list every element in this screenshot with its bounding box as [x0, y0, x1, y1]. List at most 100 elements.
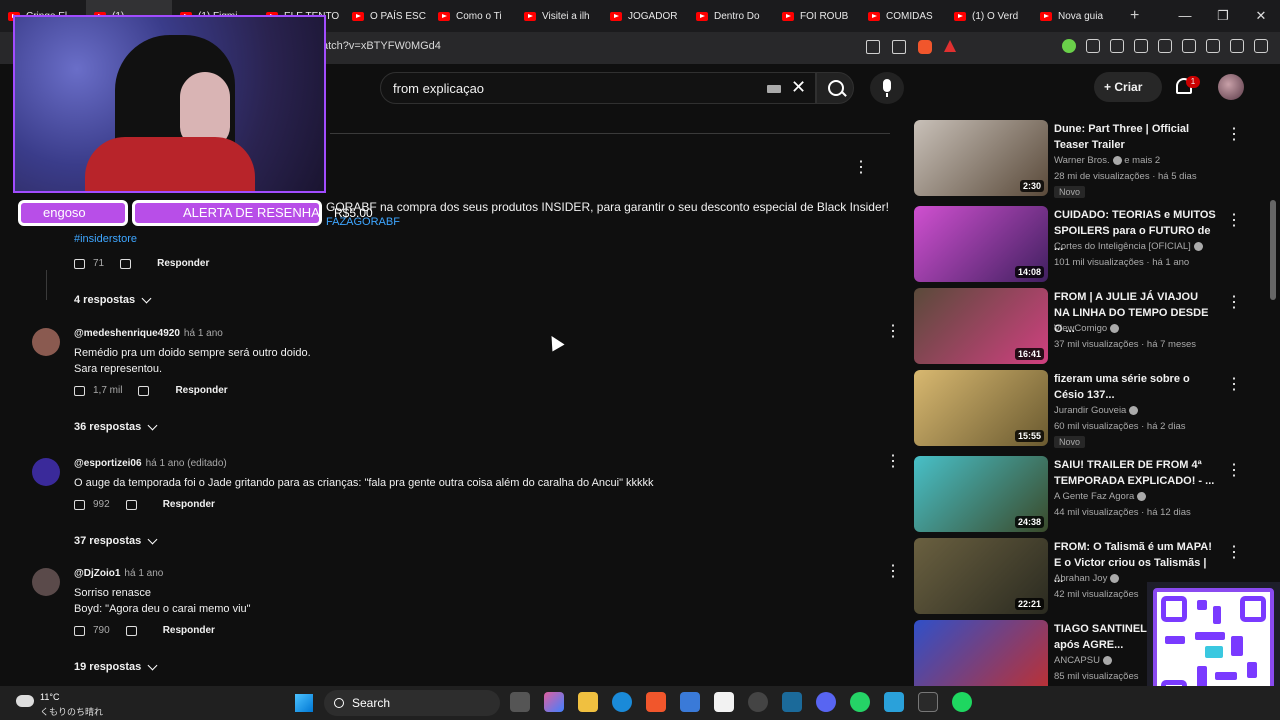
comment-more-icon[interactable] [885, 321, 901, 341]
video-thumbnail[interactable]: 2:30 [914, 120, 1048, 196]
reply-button[interactable]: Responder [157, 258, 209, 269]
comment-more-icon[interactable] [885, 561, 901, 581]
clear-search-icon[interactable]: ✕ [791, 77, 806, 98]
commenter-avatar[interactable] [32, 568, 60, 596]
cast-icon[interactable] [866, 40, 880, 54]
scrollbar[interactable] [1270, 200, 1276, 300]
capcut-icon[interactable] [714, 692, 734, 712]
share-icon[interactable] [892, 40, 906, 54]
recommended-video[interactable]: 16:41 FROM | A JULIE JÁ VIAJOU NA LINHA D… [914, 288, 1254, 366]
browser-tab[interactable]: O PAÍS ESC [344, 0, 430, 32]
spotify-icon[interactable] [952, 692, 972, 712]
channel-name[interactable]: A Gente Faz Agora [1054, 491, 1147, 502]
vpn-icon[interactable] [1230, 39, 1244, 53]
video-more-icon[interactable]: ⋮ [1226, 292, 1242, 312]
dislike-icon[interactable] [138, 385, 150, 396]
browser-tab[interactable]: Dentro Do [688, 0, 774, 32]
video-more-icon[interactable]: ⋮ [1226, 542, 1242, 562]
obs-icon[interactable] [748, 692, 768, 712]
whatsapp-icon[interactable] [850, 692, 870, 712]
reply-button[interactable]: Responder [163, 625, 215, 636]
like-icon[interactable] [74, 625, 85, 636]
channel-name[interactable]: Cortes do Inteligência [OFICIAL] [1054, 241, 1203, 252]
channel-name[interactable]: ANCAPSU [1054, 655, 1112, 666]
comment-author[interactable]: @DjZoio1 há 1 ano [74, 568, 163, 579]
reply-button[interactable]: Responder [175, 385, 227, 396]
video-title[interactable]: fizeram uma série sobre o Césio 137... [1054, 371, 1216, 403]
like-icon[interactable] [74, 499, 85, 510]
search-box[interactable]: from explicaçao ✕ [380, 72, 816, 104]
pinned-more-icon[interactable] [853, 157, 869, 177]
leo-icon[interactable] [1206, 39, 1220, 53]
browser-tab[interactable]: FOI ROUB [774, 0, 860, 32]
recommended-video[interactable]: 14:08 CUIDADO: TEORIAS e MUITOS SPOILERS … [914, 206, 1254, 284]
discord-icon[interactable] [816, 692, 836, 712]
account-avatar[interactable] [1218, 74, 1244, 100]
video-more-icon[interactable]: ⋮ [1226, 374, 1242, 394]
comment-author[interactable]: @medeshenrique4920 há 1 ano [74, 328, 223, 339]
like-icon[interactable] [74, 385, 85, 396]
video-more-icon[interactable]: ⋮ [1226, 210, 1242, 230]
dislike-icon[interactable] [120, 258, 132, 269]
video-title[interactable]: Dune: Part Three | Official Teaser Trail… [1054, 121, 1216, 153]
extensions-icon[interactable] [1086, 39, 1100, 53]
browser-tab[interactable]: Como o Ti [430, 0, 516, 32]
replies-toggle[interactable]: 36 respostas [74, 420, 158, 433]
recommended-video[interactable]: 15:55 fizeram uma série sobre o Césio 137… [914, 370, 1254, 448]
screenshot-icon[interactable] [1110, 39, 1124, 53]
store-icon[interactable] [680, 692, 700, 712]
maximize-button[interactable]: ❐ [1204, 0, 1242, 32]
reply-button[interactable]: Responder [163, 499, 215, 510]
menu-icon[interactable] [1254, 39, 1268, 53]
search-input[interactable]: from explicaçao [393, 81, 484, 96]
replies-toggle[interactable]: 19 respostas [74, 660, 158, 673]
recommended-video[interactable]: 2:30 Dune: Part Three | Official Teaser T… [914, 120, 1254, 198]
video-thumbnail[interactable]: 16:41 [914, 288, 1048, 364]
keyboard-icon[interactable] [767, 85, 781, 93]
like-icon[interactable] [74, 258, 85, 269]
create-button[interactable]: + Criar [1094, 72, 1162, 102]
channel-name[interactable]: Abrahan Joy [1054, 573, 1120, 584]
file-explorer-icon[interactable] [578, 692, 598, 712]
video-thumbnail[interactable]: 24:38 [914, 456, 1048, 532]
task-view-icon[interactable] [510, 692, 530, 712]
browser-tab[interactable]: (1) O Verd [946, 0, 1032, 32]
video-thumbnail[interactable]: 15:55 [914, 370, 1048, 446]
comment-author[interactable]: @esportizei06 há 1 ano (editado) [74, 458, 227, 469]
hashtag-link[interactable]: #insiderstore [74, 233, 137, 245]
voice-search-button[interactable] [870, 72, 904, 104]
minimize-button[interactable]: — [1166, 0, 1204, 32]
recommended-video[interactable]: 24:38 SAIU! TRAILER DE FROM 4ª TEMPORADA … [914, 456, 1254, 534]
video-thumbnail[interactable]: 14:08 [914, 206, 1048, 282]
brave-shield-icon[interactable] [918, 40, 932, 54]
epic-games-icon[interactable] [918, 692, 938, 712]
status-dot-icon[interactable] [1062, 39, 1076, 53]
music-icon[interactable] [1134, 39, 1148, 53]
browser-tab[interactable]: JOGADOR [602, 0, 688, 32]
steam-icon[interactable] [782, 692, 802, 712]
windows-start-icon[interactable] [295, 694, 313, 712]
search-button[interactable] [816, 72, 854, 104]
channel-name[interactable]: ViewComigo [1054, 323, 1120, 334]
copilot-icon[interactable] [544, 692, 564, 712]
edge-icon[interactable] [612, 692, 632, 712]
replies-toggle[interactable]: 4 respostas [74, 293, 152, 306]
browser-tab[interactable]: Visitei a ilh [516, 0, 602, 32]
brave-icon[interactable] [646, 692, 666, 712]
dislike-icon[interactable] [125, 625, 137, 636]
commenter-avatar[interactable] [32, 458, 60, 486]
sidebar-icon[interactable] [1158, 39, 1172, 53]
channel-name[interactable]: Warner Bros. e mais 2 [1054, 155, 1160, 166]
commenter-avatar[interactable] [32, 328, 60, 356]
url-field[interactable]: atch?v=xBTYFW0MGd4 [322, 40, 441, 52]
video-title[interactable]: SAIU! TRAILER DE FROM 4ª TEMPORADA EXPLI… [1054, 457, 1216, 489]
browser-tab[interactable]: COMIDAS [860, 0, 946, 32]
new-tab-button[interactable]: + [1118, 7, 1151, 25]
dislike-icon[interactable] [125, 499, 137, 510]
brave-rewards-icon[interactable] [944, 40, 956, 52]
comment-more-icon[interactable] [885, 451, 901, 471]
video-more-icon[interactable]: ⋮ [1226, 124, 1242, 144]
browser-tab[interactable]: Nova guia [1032, 0, 1118, 32]
taskbar-search[interactable]: Search [324, 690, 500, 716]
telegram-icon[interactable] [884, 692, 904, 712]
